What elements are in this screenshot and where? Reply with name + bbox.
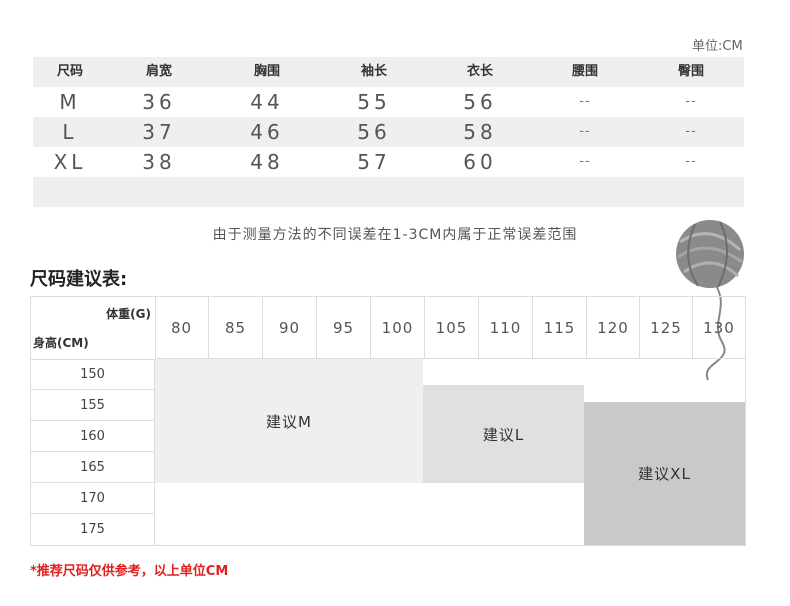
header-cell: 尺码 <box>56 64 84 79</box>
size-zone-label: 建议L <box>482 425 525 444</box>
value-cell: 56 <box>463 90 497 114</box>
header-cell: 肩宽 <box>145 64 173 79</box>
weight-header: 95 <box>317 297 371 359</box>
height-header: 165 <box>31 452 155 483</box>
size-zone-m: 建议M <box>155 359 423 483</box>
size-cell: L <box>62 120 78 144</box>
table-row: XL 38 48 57 60 -- -- <box>33 147 744 177</box>
unit-label: 单位:CM <box>692 39 743 54</box>
weight-header: 110 <box>479 297 533 359</box>
value-cell: -- <box>579 124 591 139</box>
header-cell: 腰围 <box>571 64 599 79</box>
weight-header: 85 <box>209 297 263 359</box>
value-cell: 46 <box>250 120 284 144</box>
value-cell: 60 <box>463 150 497 174</box>
height-header: 175 <box>31 514 155 545</box>
header-cell: 袖长 <box>360 64 388 79</box>
weight-header: 105 <box>425 297 479 359</box>
value-cell: 44 <box>250 90 284 114</box>
value-cell: 36 <box>142 90 176 114</box>
size-cell: XL <box>53 150 87 174</box>
weight-header: 115 <box>533 297 587 359</box>
value-cell: 57 <box>357 150 391 174</box>
weight-header: 125 <box>640 297 693 359</box>
size-zone-xl: 建议XL <box>584 402 745 545</box>
height-axis-label: 身高(CM) <box>33 336 89 350</box>
weight-header: 120 <box>587 297 640 359</box>
height-header: 160 <box>31 421 155 452</box>
value-cell: 58 <box>463 120 497 144</box>
size-cell: M <box>59 90 81 114</box>
table-row: M 36 44 55 56 -- -- <box>33 87 744 117</box>
value-cell: 56 <box>357 120 391 144</box>
height-header: 170 <box>31 483 155 514</box>
value-cell: -- <box>685 154 697 169</box>
table-empty-row <box>33 177 744 207</box>
size-suggestion-title: 尺码建议表: <box>30 269 128 290</box>
value-cell: 37 <box>142 120 176 144</box>
size-zone-l: 建议L <box>423 385 584 483</box>
header-cell: 衣长 <box>466 64 494 79</box>
weight-header: 80 <box>155 297 209 359</box>
weight-header: 130 <box>693 297 745 359</box>
weight-axis-label: 体重(G) <box>106 307 151 321</box>
table-corner: 体重(G) 身高(CM) <box>31 297 156 360</box>
size-zone-label: 建议XL <box>638 465 691 483</box>
value-cell: 48 <box>250 150 284 174</box>
value-cell: -- <box>685 124 697 139</box>
value-cell: -- <box>579 154 591 169</box>
table-header-row: 尺码 肩宽 胸围 袖长 衣长 腰围 臀围 <box>33 57 744 87</box>
value-cell: -- <box>685 94 697 109</box>
weight-header: 100 <box>371 297 425 359</box>
table-row: L 37 46 56 58 -- -- <box>33 117 744 147</box>
footnote: *推荐尺码仅供参考，以上单位CM <box>30 564 229 579</box>
value-cell: 55 <box>357 90 391 114</box>
measurement-table: 尺码 肩宽 胸围 袖长 衣长 腰围 臀围 M 36 44 55 56 -- --… <box>33 57 744 207</box>
header-cell: 胸围 <box>253 64 281 79</box>
value-cell: 38 <box>142 150 176 174</box>
weight-header: 90 <box>263 297 317 359</box>
header-cell: 臀围 <box>677 64 705 79</box>
size-suggestion-table: 体重(G) 身高(CM) 80 85 90 95 100 105 110 115… <box>30 296 746 546</box>
height-header: 155 <box>31 390 155 421</box>
height-header: 150 <box>31 359 155 390</box>
value-cell: -- <box>579 94 591 109</box>
size-zone-label: 建议M <box>266 413 312 431</box>
